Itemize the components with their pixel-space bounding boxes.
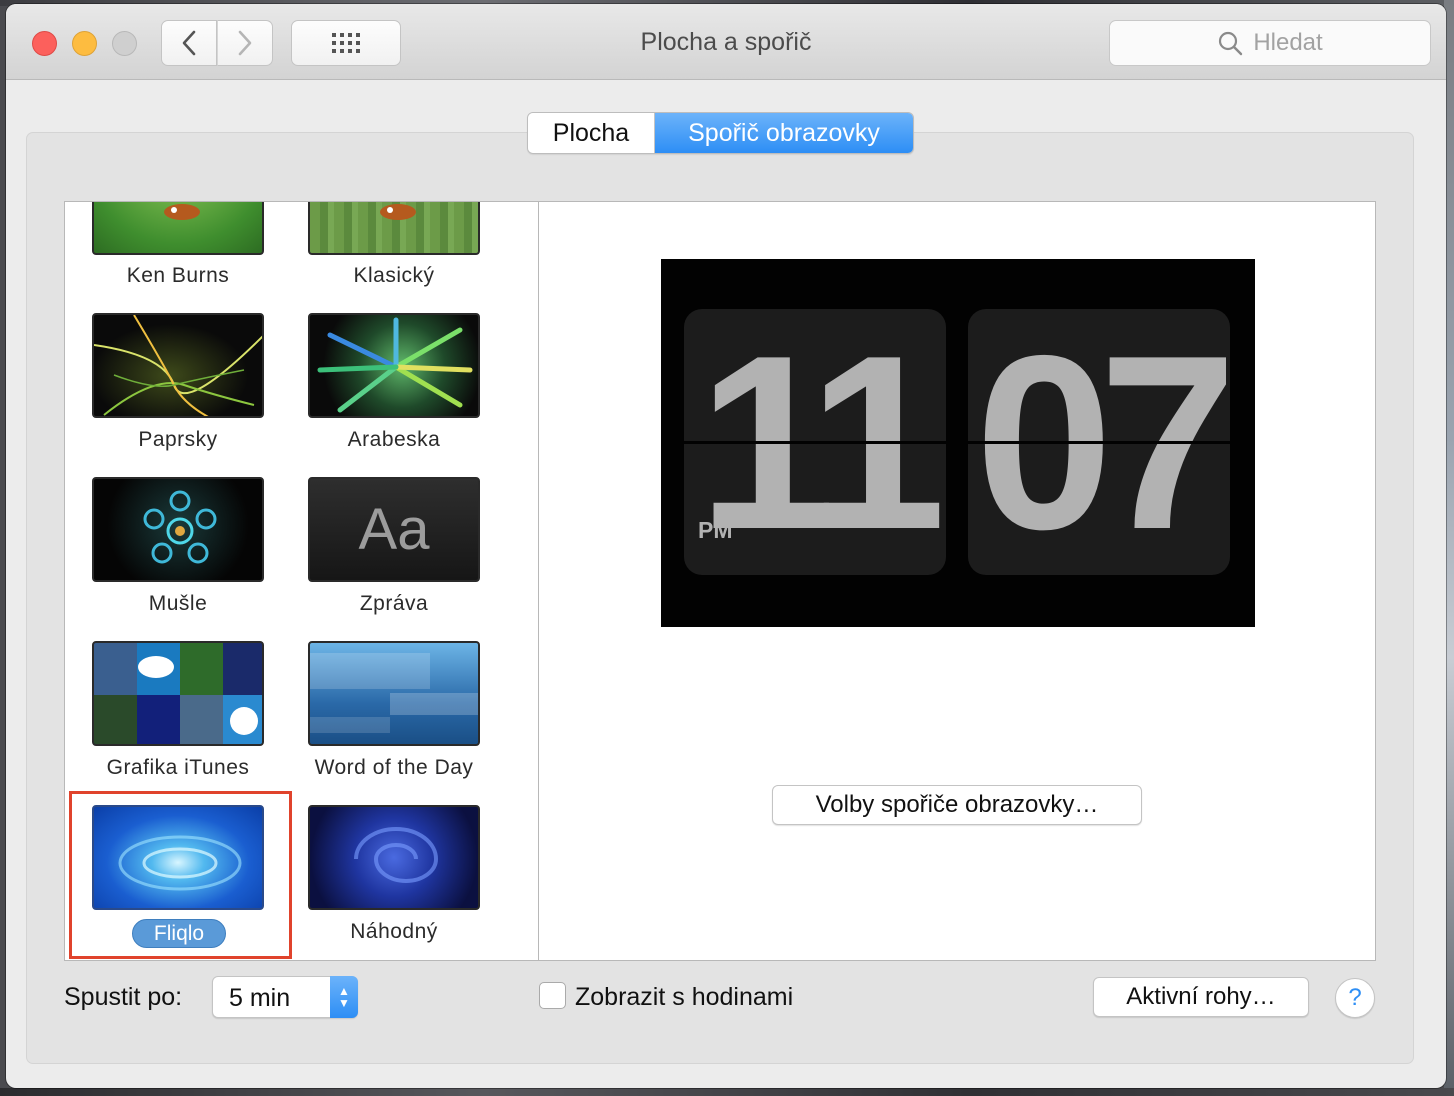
screensaver-label: Zpráva bbox=[359, 592, 429, 615]
classic-thumbnail[interactable] bbox=[308, 202, 480, 255]
screensaver-label: Ken Burns bbox=[126, 264, 230, 287]
search-placeholder: Hledat bbox=[1253, 29, 1323, 56]
screensaver-preview: 11 PM 07 bbox=[661, 259, 1255, 627]
search-icon bbox=[1219, 31, 1243, 56]
message-thumbnail[interactable]: Aa bbox=[308, 477, 480, 582]
word-of-the-day-thumbnail[interactable] bbox=[308, 641, 480, 746]
screensaver-label: Word of the Day bbox=[314, 756, 474, 779]
hot-corners-button[interactable]: Aktivní rohy… bbox=[1093, 977, 1309, 1017]
minimize-button[interactable] bbox=[72, 31, 97, 56]
start-after-value: 5 min bbox=[229, 984, 291, 1012]
screensaver-label: Grafika iTunes bbox=[106, 756, 250, 779]
show-all-button[interactable] bbox=[291, 20, 401, 66]
random-thumbnail[interactable] bbox=[308, 805, 480, 910]
chevron-left-icon bbox=[182, 30, 196, 56]
itunes-artwork-thumbnail[interactable] bbox=[92, 641, 264, 746]
chevron-right-icon bbox=[238, 30, 252, 56]
selection-highlight bbox=[69, 791, 292, 959]
help-button[interactable]: ? bbox=[1335, 978, 1375, 1018]
screensaver-label: Paprsky bbox=[138, 428, 218, 451]
desktop-background-bottom bbox=[0, 1088, 1454, 1096]
grid-icon bbox=[332, 33, 360, 53]
tab-desktop[interactable]: Plocha bbox=[528, 113, 655, 153]
tab-bar: Plocha Spořič obrazovky bbox=[527, 112, 914, 154]
minute-flip-card: 07 bbox=[968, 309, 1230, 575]
screensaver-label: Klasický bbox=[353, 264, 435, 287]
start-after-popup[interactable]: 5 min ▲ ▼ bbox=[212, 976, 358, 1018]
screensaver-label: Náhodný bbox=[350, 920, 438, 943]
flurry-thumbnail[interactable] bbox=[92, 313, 264, 418]
start-after-label: Spustit po: bbox=[64, 983, 183, 1011]
flip-divider bbox=[968, 441, 1230, 444]
ken-burns-thumbnail[interactable] bbox=[92, 202, 264, 255]
window-title: Plocha a spořič bbox=[640, 28, 812, 56]
screensaver-label: Arabeska bbox=[347, 428, 441, 451]
shell-thumbnail[interactable] bbox=[92, 477, 264, 582]
ampm-indicator: PM bbox=[698, 517, 733, 543]
arabesque-thumbnail[interactable] bbox=[308, 313, 480, 418]
close-button[interactable] bbox=[32, 31, 57, 56]
title-bar: Plocha a spořič Hledat bbox=[6, 4, 1446, 80]
show-clock-checkbox[interactable] bbox=[539, 982, 566, 1009]
search-field[interactable]: Hledat bbox=[1109, 20, 1431, 66]
show-clock-label[interactable]: Zobrazit s hodinami bbox=[575, 983, 793, 1012]
forward-button[interactable] bbox=[217, 20, 273, 66]
zoom-button[interactable] bbox=[112, 31, 137, 56]
message-thumbnail-text: Aa bbox=[358, 497, 430, 562]
screensaver-options-button[interactable]: Volby spořiče obrazovky… bbox=[772, 785, 1142, 825]
hour-flip-card: 11 PM bbox=[684, 309, 946, 575]
back-button[interactable] bbox=[161, 20, 217, 66]
flip-divider bbox=[684, 441, 946, 444]
popup-stepper-icon: ▲ ▼ bbox=[330, 976, 358, 1018]
screensaver-label: Mušle bbox=[148, 592, 208, 615]
tab-screen-saver[interactable]: Spořič obrazovky bbox=[655, 113, 913, 153]
